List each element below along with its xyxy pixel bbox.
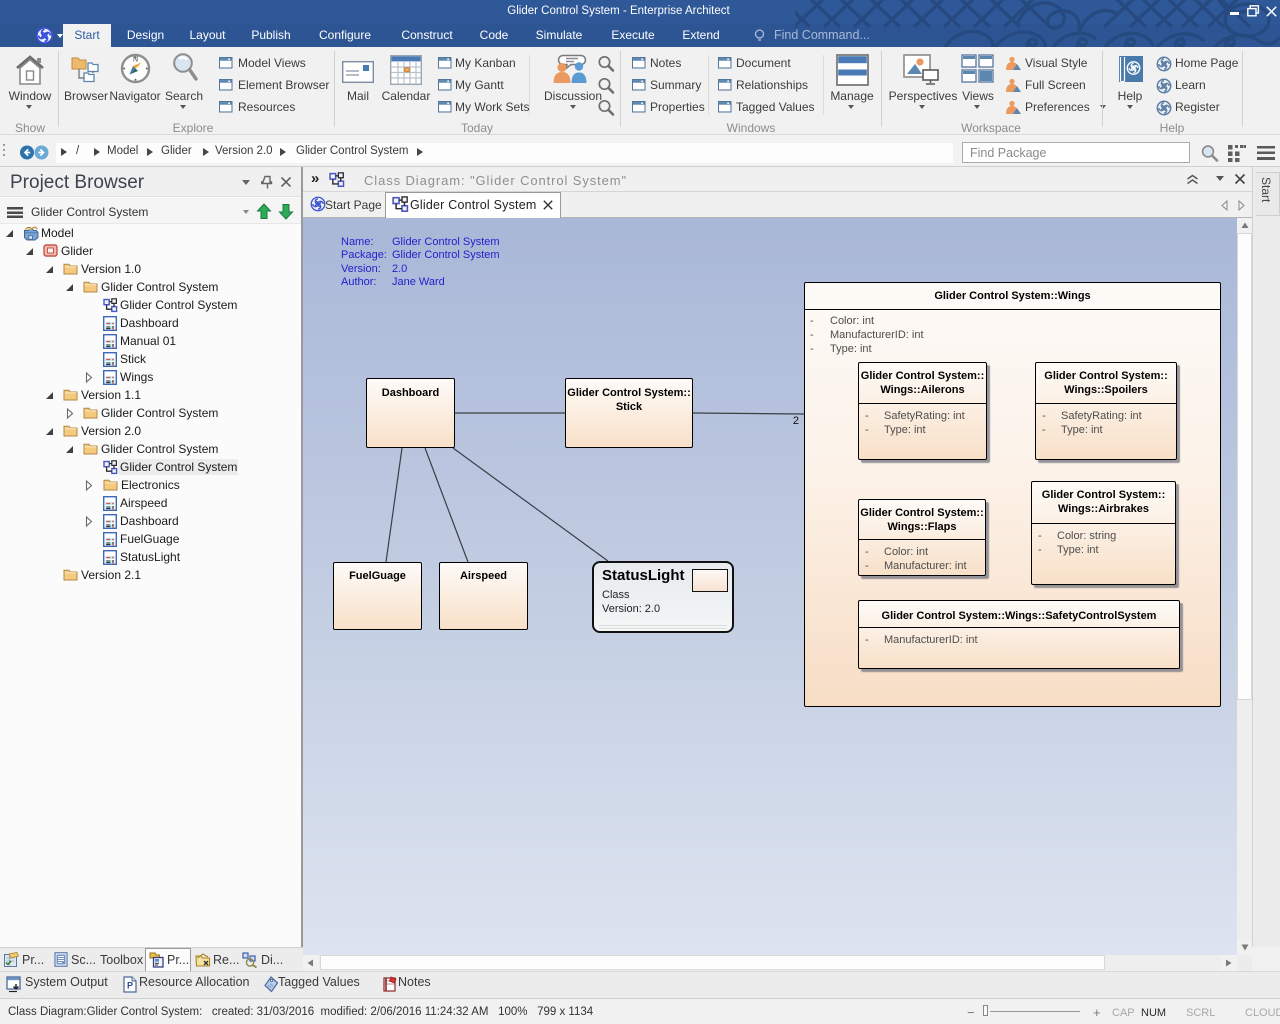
svg-text:P: P bbox=[127, 981, 133, 991]
svg-text:2: 2 bbox=[793, 415, 799, 427]
